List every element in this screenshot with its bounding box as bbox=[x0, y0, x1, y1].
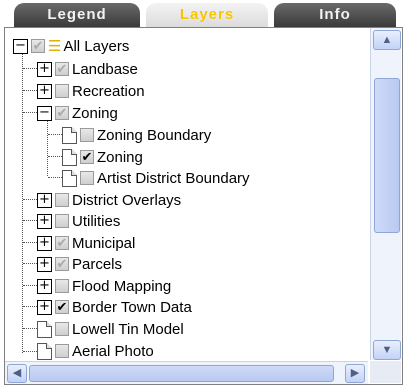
tree-branch-line bbox=[23, 351, 37, 352]
tree-item[interactable]: + Flood Mapping bbox=[37, 275, 171, 297]
tree-guide-line bbox=[22, 49, 23, 353]
tab-legend[interactable]: Legend bbox=[14, 3, 140, 27]
tree-branch-line bbox=[23, 112, 37, 113]
checkbox[interactable]: ✔ bbox=[55, 236, 69, 250]
tree-item[interactable]: + ✔ Parcels bbox=[37, 253, 122, 275]
horizontal-scrollbar[interactable]: ◀ ▶ bbox=[5, 361, 368, 384]
tree-item-label: Border Town Data bbox=[72, 298, 192, 316]
chevron-left-icon: ◀ bbox=[12, 367, 22, 379]
layers-stack-icon: ☰ bbox=[48, 37, 62, 55]
tab-info[interactable]: Info bbox=[274, 3, 396, 27]
tree-item[interactable]: Zoning Boundary bbox=[62, 124, 211, 146]
expand-icon[interactable]: + bbox=[37, 192, 52, 208]
tree-item[interactable]: + ✔ Municipal bbox=[37, 232, 135, 254]
checkbox[interactable] bbox=[55, 344, 69, 358]
checkbox[interactable] bbox=[55, 84, 69, 98]
checkbox[interactable]: ✔ bbox=[55, 106, 69, 120]
tree-item[interactable]: + District Overlays bbox=[37, 189, 181, 211]
tree-item-label: Recreation bbox=[72, 82, 145, 100]
tab-layers[interactable]: Layers bbox=[146, 3, 268, 27]
tree-branch-line bbox=[48, 134, 62, 135]
tree-branch-line bbox=[23, 68, 37, 69]
expand-icon[interactable]: + bbox=[37, 235, 52, 251]
tree-branch-line bbox=[23, 263, 37, 264]
checkbox[interactable]: ✔ bbox=[80, 150, 94, 164]
checkbox[interactable] bbox=[55, 279, 69, 293]
tree-item-label: Aerial Photo bbox=[72, 342, 154, 360]
expand-icon[interactable]: + bbox=[37, 299, 52, 315]
page-icon bbox=[62, 148, 77, 166]
tree-item[interactable]: + ✔ Landbase bbox=[37, 58, 138, 80]
checkbox[interactable]: ✔ bbox=[55, 62, 69, 76]
layers-panel: − ✔ ☰ All Layers + ✔ Landbase + Recreati… bbox=[4, 27, 403, 385]
tree-item-label: Artist District Boundary bbox=[97, 169, 250, 187]
page-icon bbox=[62, 126, 77, 144]
checkbox[interactable] bbox=[80, 171, 94, 185]
tree-item-label: Zoning Boundary bbox=[97, 126, 212, 144]
tree-item[interactable]: Lowell Tin Model bbox=[37, 318, 184, 340]
page-icon bbox=[62, 169, 77, 187]
vertical-scrollbar[interactable]: ▲ ▼ bbox=[370, 28, 401, 360]
scroll-up-button[interactable]: ▲ bbox=[373, 30, 401, 50]
expand-icon[interactable]: + bbox=[37, 278, 52, 294]
checkbox[interactable]: ✔ bbox=[31, 39, 45, 53]
expand-icon[interactable]: + bbox=[37, 83, 52, 99]
tree-item-label: Lowell Tin Model bbox=[72, 320, 184, 338]
checkbox[interactable] bbox=[55, 193, 69, 207]
tree-item[interactable]: + Utilities bbox=[37, 210, 120, 232]
tree-branch-line bbox=[48, 156, 62, 157]
tree-item-label: All Layers bbox=[63, 37, 130, 55]
checkbox[interactable]: ✔ bbox=[55, 257, 69, 271]
checkbox[interactable] bbox=[55, 322, 69, 336]
page-icon bbox=[37, 320, 52, 338]
checkbox[interactable] bbox=[55, 214, 69, 228]
expand-icon[interactable]: + bbox=[37, 256, 52, 272]
tab-bar: Legend Layers Info bbox=[0, 0, 409, 28]
scroll-left-button[interactable]: ◀ bbox=[7, 364, 27, 383]
scrollbar-corner bbox=[370, 361, 401, 383]
scroll-down-button[interactable]: ▼ bbox=[373, 340, 401, 360]
tree-branch-line bbox=[23, 306, 37, 307]
tree-item-label: Zoning bbox=[97, 148, 143, 166]
tree-item-label: Flood Mapping bbox=[72, 277, 172, 295]
tree-branch-line bbox=[23, 220, 37, 221]
collapse-icon[interactable]: − bbox=[37, 105, 52, 121]
page-icon bbox=[37, 342, 52, 360]
collapse-icon[interactable]: − bbox=[13, 38, 28, 54]
layer-tree: − ✔ ☰ All Layers + ✔ Landbase + Recreati… bbox=[5, 28, 368, 360]
vertical-scroll-thumb[interactable] bbox=[374, 78, 400, 233]
chevron-up-icon: ▲ bbox=[381, 34, 393, 46]
tree-branch-line bbox=[48, 177, 62, 178]
tree-branch-line bbox=[23, 90, 37, 91]
expand-icon[interactable]: + bbox=[37, 61, 52, 77]
tree-item-label: Municipal bbox=[72, 234, 136, 252]
tree-item-label: Utilities bbox=[72, 212, 121, 230]
tree-item[interactable]: + Recreation bbox=[37, 80, 145, 102]
expand-icon[interactable]: + bbox=[37, 213, 52, 229]
horizontal-scroll-thumb[interactable] bbox=[29, 365, 334, 382]
tree-item[interactable]: − ✔ Zoning bbox=[37, 102, 118, 124]
scroll-right-button[interactable]: ▶ bbox=[345, 364, 365, 383]
checkbox[interactable]: ✔ bbox=[55, 300, 69, 314]
tree-branch-line bbox=[23, 328, 37, 329]
checkbox[interactable] bbox=[80, 128, 94, 142]
tree-item-label: Zoning bbox=[72, 104, 118, 122]
tree-item[interactable]: Artist District Boundary bbox=[62, 167, 250, 189]
tree-item-label: Landbase bbox=[72, 60, 138, 78]
tree-root[interactable]: − ✔ ☰ All Layers bbox=[13, 35, 129, 57]
tree-branch-line bbox=[23, 242, 37, 243]
tree-branch-line bbox=[23, 199, 37, 200]
tree-item[interactable]: ✔ Zoning bbox=[62, 146, 143, 168]
chevron-down-icon: ▼ bbox=[381, 344, 393, 356]
tree-item-label: Parcels bbox=[72, 255, 123, 273]
tree-guide-line bbox=[47, 118, 48, 176]
tree-item[interactable]: Aerial Photo bbox=[37, 340, 154, 360]
tree-item-label: District Overlays bbox=[72, 191, 182, 209]
tree-item[interactable]: + ✔ Border Town Data bbox=[37, 296, 192, 318]
chevron-right-icon: ▶ bbox=[350, 367, 360, 379]
tree-branch-line bbox=[23, 285, 37, 286]
